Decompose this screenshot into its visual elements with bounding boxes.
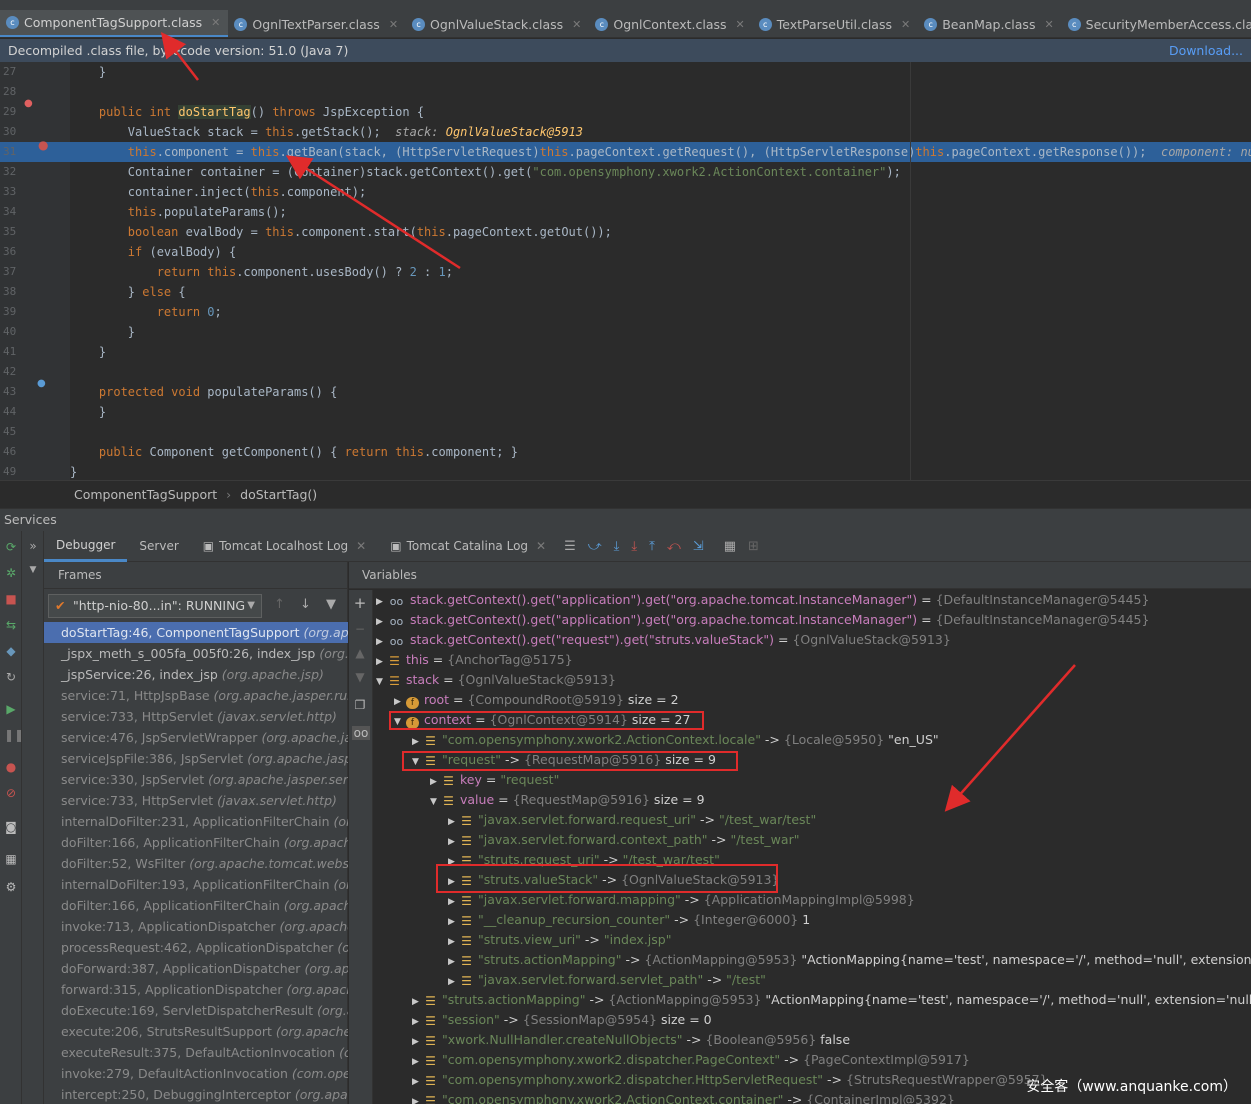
arrow-to-container-line	[285, 155, 461, 270]
arrow-to-variables	[944, 664, 1076, 812]
arrow-to-tab	[160, 32, 199, 81]
ide-window: c ComponentTagSupport.class ✕ c OgnlTextPars…	[0, 0, 1251, 1104]
watermark: 安全客（www.anquanke.com）	[1026, 1079, 1237, 1095]
annotation-arrows	[160, 32, 1076, 812]
